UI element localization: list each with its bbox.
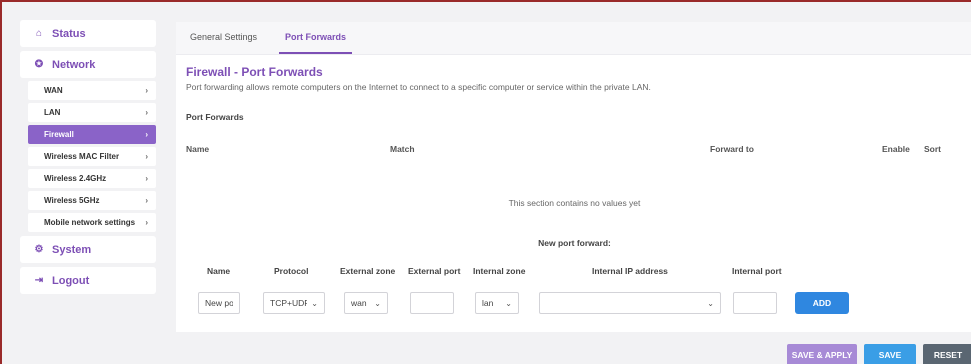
internal-zone-select-value: lan	[482, 298, 494, 308]
field-header-external-zone: External zone	[340, 266, 396, 276]
add-button[interactable]: ADD	[795, 292, 849, 314]
external-zone-select[interactable]: wan ⌄	[344, 292, 388, 314]
sidebar-item-system[interactable]: ⚙ System	[20, 236, 156, 263]
field-header-name: Name	[207, 266, 231, 276]
sidebar-subitem-firewall[interactable]: Firewall ›	[28, 125, 156, 144]
field-header-internal-ip: Internal IP address	[592, 266, 668, 276]
column-header-name: Name	[186, 144, 210, 154]
page-description: Port forwarding allows remote computers …	[186, 82, 651, 92]
sidebar-item-network[interactable]: ✪ Network	[20, 51, 156, 78]
sidebar-item-label: Status	[52, 27, 86, 40]
chevron-down-icon: ⌄	[374, 298, 381, 308]
field-header-protocol: Protocol	[274, 266, 309, 276]
sidebar-subitem-wireless-5ghz[interactable]: Wireless 5GHz ›	[28, 191, 156, 210]
reset-button[interactable]: RESET	[923, 344, 971, 364]
column-header-match: Match	[390, 144, 415, 154]
chevron-right-icon: ›	[145, 218, 148, 227]
chevron-right-icon: ›	[145, 86, 148, 95]
field-header-internal-port: Internal port	[732, 266, 782, 276]
sidebar-subitem-mobile-network-settings[interactable]: Mobile network settings ›	[28, 213, 156, 232]
sidebar: ⌂ Status ✪ Network WAN › LAN › Firewall …	[20, 20, 156, 298]
sidebar-item-label: Network	[52, 58, 96, 71]
internal-ip-select[interactable]: ⌄	[539, 292, 721, 314]
sidebar-subitem-wan[interactable]: WAN ›	[28, 81, 156, 100]
sidebar-subitem-label: WAN	[44, 86, 63, 95]
sidebar-subitem-label: Wireless 2.4GHz	[44, 174, 107, 183]
chevron-right-icon: ›	[145, 108, 148, 117]
sidebar-subitem-label: LAN	[44, 108, 61, 117]
internal-zone-select[interactable]: lan ⌄	[475, 292, 519, 314]
name-input[interactable]: New po	[198, 292, 240, 314]
sidebar-item-label: Logout	[52, 274, 90, 287]
gears-icon: ⚙	[34, 244, 44, 255]
main-panel: General Settings Port Forwards Firewall …	[176, 22, 971, 332]
name-input-value: New po	[205, 298, 233, 308]
column-header-enable: Enable	[882, 144, 910, 154]
column-header-sort: Sort	[924, 144, 941, 154]
protocol-select[interactable]: TCP+UDP ⌄	[263, 292, 325, 314]
sidebar-subitem-wireless-mac-filter[interactable]: Wireless MAC Filter ›	[28, 147, 156, 166]
tab-general-settings[interactable]: General Settings	[190, 32, 267, 54]
empty-table-message: This section contains no values yet	[508, 198, 641, 208]
home-icon: ⌂	[35, 28, 43, 39]
tab-port-forwards[interactable]: Port Forwards	[279, 32, 353, 54]
chevron-right-icon: ›	[145, 196, 148, 205]
chevron-down-icon: ⌄	[707, 298, 714, 308]
internal-port-input[interactable]	[733, 292, 777, 314]
chevron-right-icon: ›	[145, 174, 148, 183]
field-header-external-port: External port	[408, 266, 461, 276]
sidebar-subitem-label: Wireless 5GHz	[44, 196, 100, 205]
column-header-forward-to: Forward to	[710, 144, 754, 154]
sidebar-subitem-label: Wireless MAC Filter	[44, 152, 120, 161]
sidebar-subitem-label: Firewall	[44, 130, 74, 139]
protocol-select-value: TCP+UDP	[270, 298, 308, 308]
sidebar-subitem-wireless-24ghz[interactable]: Wireless 2.4GHz ›	[28, 169, 156, 188]
chevron-right-icon: ›	[145, 152, 148, 161]
save-button[interactable]: SAVE	[864, 344, 916, 364]
sidebar-item-status[interactable]: ⌂ Status	[20, 20, 156, 47]
chevron-down-icon: ⌄	[311, 298, 318, 308]
tab-bar: General Settings Port Forwards	[176, 22, 971, 55]
page-title: Firewall - Port Forwards	[186, 65, 323, 79]
sidebar-subitem-label: Mobile network settings	[44, 218, 136, 227]
external-zone-select-value: wan	[351, 298, 367, 308]
logout-icon: ⇥	[34, 275, 44, 286]
sidebar-item-label: System	[52, 243, 92, 256]
field-header-internal-zone: Internal zone	[473, 266, 526, 276]
chevron-down-icon: ⌄	[505, 298, 512, 308]
chevron-right-icon: ›	[145, 130, 148, 139]
globe-icon: ✪	[34, 59, 44, 70]
section-title: Port Forwards	[186, 112, 244, 122]
new-port-forward-title: New port forward:	[538, 238, 611, 248]
external-port-input[interactable]	[410, 292, 454, 314]
save-and-apply-button[interactable]: SAVE & APPLY	[787, 344, 857, 364]
sidebar-item-logout[interactable]: ⇥ Logout	[20, 267, 156, 294]
sidebar-subitem-lan[interactable]: LAN ›	[28, 103, 156, 122]
